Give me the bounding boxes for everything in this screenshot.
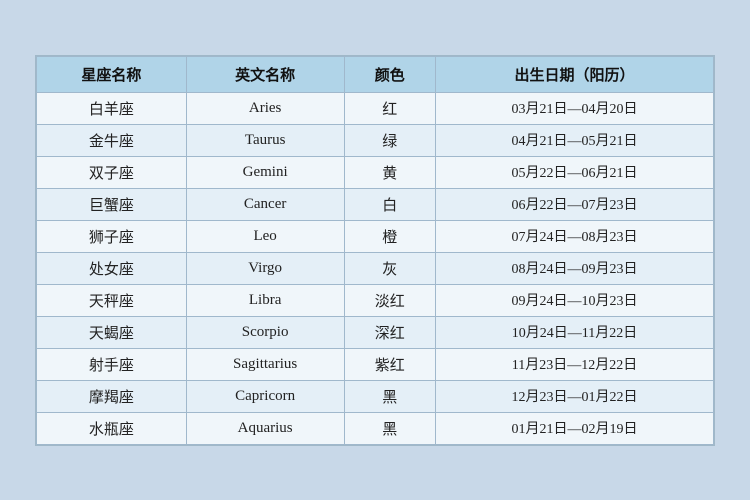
cell-chinese-name: 巨蟹座	[37, 188, 187, 220]
cell-dates: 03月21日—04月20日	[435, 92, 713, 124]
cell-color: 淡红	[344, 284, 435, 316]
cell-chinese-name: 摩羯座	[37, 380, 187, 412]
cell-chinese-name: 白羊座	[37, 92, 187, 124]
cell-dates: 07月24日—08月23日	[435, 220, 713, 252]
cell-dates: 09月24日—10月23日	[435, 284, 713, 316]
cell-color: 灰	[344, 252, 435, 284]
table-row: 双子座Gemini黄05月22日—06月21日	[37, 156, 714, 188]
cell-english-name: Aquarius	[186, 412, 344, 444]
cell-chinese-name: 金牛座	[37, 124, 187, 156]
cell-chinese-name: 水瓶座	[37, 412, 187, 444]
table-row: 白羊座Aries红03月21日—04月20日	[37, 92, 714, 124]
cell-english-name: Cancer	[186, 188, 344, 220]
table-row: 射手座Sagittarius紫红11月23日—12月22日	[37, 348, 714, 380]
cell-color: 黑	[344, 412, 435, 444]
cell-english-name: Libra	[186, 284, 344, 316]
zodiac-table-container: 星座名称 英文名称 颜色 出生日期（阳历） 白羊座Aries红03月21日—04…	[35, 55, 715, 446]
cell-english-name: Aries	[186, 92, 344, 124]
cell-color: 红	[344, 92, 435, 124]
table-row: 处女座Virgo灰08月24日—09月23日	[37, 252, 714, 284]
cell-dates: 08月24日—09月23日	[435, 252, 713, 284]
cell-color: 紫红	[344, 348, 435, 380]
table-row: 水瓶座Aquarius黑01月21日—02月19日	[37, 412, 714, 444]
header-color: 颜色	[344, 56, 435, 92]
table-row: 巨蟹座Cancer白06月22日—07月23日	[37, 188, 714, 220]
header-chinese-name: 星座名称	[37, 56, 187, 92]
table-row: 摩羯座Capricorn黑12月23日—01月22日	[37, 380, 714, 412]
cell-chinese-name: 狮子座	[37, 220, 187, 252]
cell-english-name: Virgo	[186, 252, 344, 284]
header-dates: 出生日期（阳历）	[435, 56, 713, 92]
cell-chinese-name: 天秤座	[37, 284, 187, 316]
cell-dates: 12月23日—01月22日	[435, 380, 713, 412]
cell-color: 白	[344, 188, 435, 220]
cell-chinese-name: 射手座	[37, 348, 187, 380]
cell-dates: 06月22日—07月23日	[435, 188, 713, 220]
zodiac-table: 星座名称 英文名称 颜色 出生日期（阳历） 白羊座Aries红03月21日—04…	[36, 56, 714, 445]
cell-dates: 01月21日—02月19日	[435, 412, 713, 444]
cell-english-name: Taurus	[186, 124, 344, 156]
cell-dates: 11月23日—12月22日	[435, 348, 713, 380]
table-row: 狮子座Leo橙07月24日—08月23日	[37, 220, 714, 252]
cell-dates: 04月21日—05月21日	[435, 124, 713, 156]
cell-english-name: Capricorn	[186, 380, 344, 412]
cell-dates: 05月22日—06月21日	[435, 156, 713, 188]
cell-english-name: Gemini	[186, 156, 344, 188]
cell-color: 深红	[344, 316, 435, 348]
cell-english-name: Leo	[186, 220, 344, 252]
table-row: 天蝎座Scorpio深红10月24日—11月22日	[37, 316, 714, 348]
cell-color: 橙	[344, 220, 435, 252]
table-body: 白羊座Aries红03月21日—04月20日金牛座Taurus绿04月21日—0…	[37, 92, 714, 444]
table-row: 天秤座Libra淡红09月24日—10月23日	[37, 284, 714, 316]
cell-color: 黄	[344, 156, 435, 188]
table-header-row: 星座名称 英文名称 颜色 出生日期（阳历）	[37, 56, 714, 92]
table-row: 金牛座Taurus绿04月21日—05月21日	[37, 124, 714, 156]
cell-english-name: Scorpio	[186, 316, 344, 348]
cell-color: 绿	[344, 124, 435, 156]
cell-chinese-name: 天蝎座	[37, 316, 187, 348]
cell-color: 黑	[344, 380, 435, 412]
cell-chinese-name: 双子座	[37, 156, 187, 188]
cell-chinese-name: 处女座	[37, 252, 187, 284]
cell-english-name: Sagittarius	[186, 348, 344, 380]
header-english-name: 英文名称	[186, 56, 344, 92]
cell-dates: 10月24日—11月22日	[435, 316, 713, 348]
